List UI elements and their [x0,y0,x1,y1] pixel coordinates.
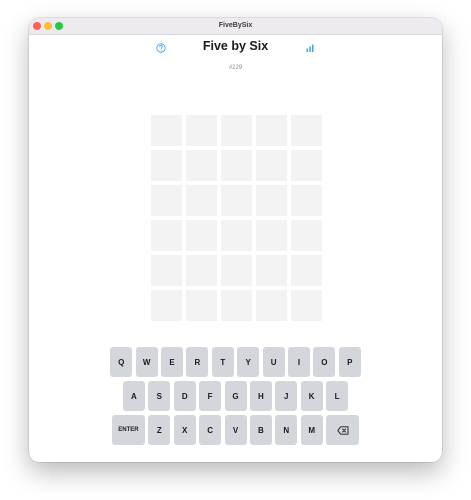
board-tile [221,255,252,286]
key-d[interactable]: D [173,381,196,411]
board-tile [256,150,287,181]
bar-chart-icon[interactable] [304,41,316,53]
board-tile [291,115,322,146]
key-n[interactable]: N [275,415,298,445]
game-board [151,115,323,321]
board-tile [221,115,252,146]
title-bar: FiveBySix [29,18,442,35]
board-tile [291,255,322,286]
key-s[interactable]: S [148,381,171,411]
board-tile [151,255,182,286]
board-tile [151,115,182,146]
key-i[interactable]: I [287,347,310,377]
board-tile [291,185,322,216]
backspace-icon [336,425,349,435]
board-tile [186,220,217,251]
board-tile [256,115,287,146]
board-tile [256,290,287,321]
game-content: Five by Six #229 Q W E R T Y U I O P A S… [29,34,442,462]
board-tile [151,150,182,181]
game-title: Five by Six [202,39,269,53]
board-tile [221,220,252,251]
board-tile [151,220,182,251]
backspace-key[interactable] [326,415,360,445]
key-a[interactable]: A [122,381,145,411]
board-tile [186,150,217,181]
board-tile [256,255,287,286]
key-e[interactable]: E [161,347,184,377]
keyboard-row-1: Q W E R T Y U I O P [29,347,442,377]
board-tile [221,290,252,321]
board-tile [186,290,217,321]
board-tile [151,185,182,216]
key-u[interactable]: U [262,347,285,377]
key-t[interactable]: T [211,347,234,377]
board-tile [291,290,322,321]
key-z[interactable]: Z [148,415,171,445]
key-f[interactable]: F [199,381,222,411]
key-x[interactable]: X [173,415,196,445]
board-tile [256,220,287,251]
board-tile [256,185,287,216]
key-j[interactable]: J [275,381,298,411]
keyboard-row-2: A S D F G H J K L [29,381,442,411]
board-tile [186,255,217,286]
key-w[interactable]: W [135,347,158,377]
keyboard-row-3: ENTER Z X C V B N M [29,415,442,445]
board-tile [221,150,252,181]
key-g[interactable]: G [224,381,247,411]
enter-key[interactable]: ENTER [111,415,145,445]
key-l[interactable]: L [326,381,349,411]
window-title: FiveBySix [218,22,253,29]
key-o[interactable]: O [313,347,336,377]
board-tile [186,185,217,216]
key-h[interactable]: H [249,381,272,411]
app-window: FiveBySix Five by Six #229 Q W E R T Y U… [29,18,442,462]
board-tile [291,150,322,181]
key-y[interactable]: Y [237,347,260,377]
board-tile [151,290,182,321]
key-v[interactable]: V [224,415,247,445]
key-p[interactable]: P [338,347,361,377]
key-m[interactable]: M [300,415,323,445]
key-b[interactable]: B [249,415,272,445]
board-tile [221,185,252,216]
key-q[interactable]: Q [110,347,133,377]
key-k[interactable]: K [300,381,323,411]
board-tile [186,115,217,146]
key-c[interactable]: C [199,415,222,445]
board-tile [291,220,322,251]
puzzle-number: #229 [228,65,243,71]
key-r[interactable]: R [186,347,209,377]
